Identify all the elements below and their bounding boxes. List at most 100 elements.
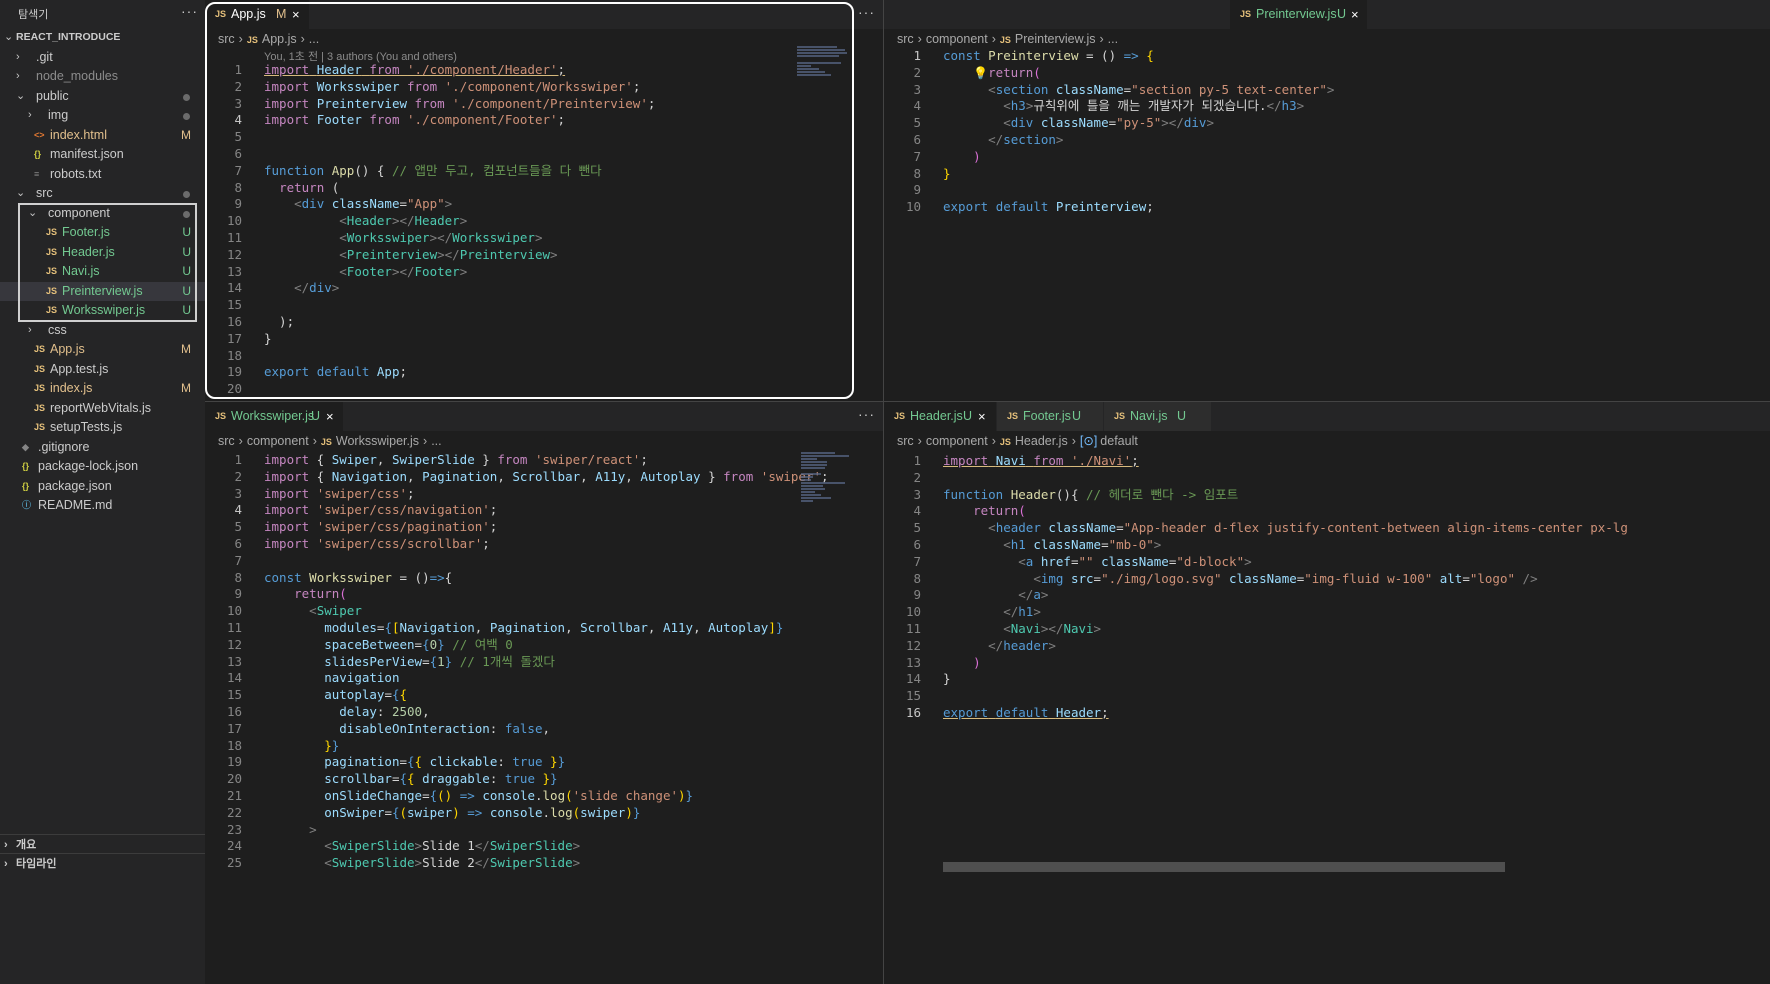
tree-root-folder[interactable]: ⌄ REACT_INTRODUCE — [0, 28, 205, 48]
tree-item-manifest-json[interactable]: {} manifest.json — [0, 145, 205, 165]
tree-item-css[interactable]: › css — [0, 321, 205, 341]
tree-item-label: reportWebVitals.js — [50, 400, 151, 415]
tree-item-preinterview-js[interactable]: JS Preinterview.js U — [0, 281, 205, 301]
breadcrumb: src › component › JS Preinterview.js ›... — [897, 32, 1119, 46]
chevron-right-icon: › — [4, 858, 8, 870]
timeline-section[interactable]: › 타임라인 — [0, 853, 205, 874]
tree-item-package-json[interactable]: {} package.json — [0, 477, 205, 497]
tab-navi-js[interactable]: JS Navi.js U — [1104, 402, 1211, 431]
chevron-down-icon: ⌄ — [16, 89, 26, 102]
tree-item-setuptests-js[interactable]: JS setupTests.js — [0, 418, 205, 438]
editor-header-js[interactable]: JS Header.js U × JS Footer.js U JS Navi.… — [884, 402, 1770, 984]
tab-worksswiper-js[interactable]: JS Worksswiper.js U × — [205, 402, 343, 431]
breadcrumb: src › component › JS Worksswiper.js ›... — [218, 434, 442, 448]
minimap[interactable] — [801, 452, 851, 512]
horizontal-split-sash[interactable] — [205, 401, 1770, 402]
tree-item-component[interactable]: ⌄ component — [0, 204, 205, 224]
editor-preinterview-js[interactable]: JS Preinterview.js U × src › component › JS P… — [884, 0, 1770, 401]
more-actions-icon[interactable]: ··· — [858, 406, 875, 422]
code-area[interactable]: 1 import { Swiper, SwiperSlide } from 'sw… — [205, 452, 883, 872]
timeline-label: 타임라인 — [16, 858, 57, 870]
js-file-icon: JS — [34, 422, 46, 432]
tab-app-js[interactable]: JS App.js M × — [205, 0, 309, 29]
tab-header-js[interactable]: JS Header.js U × — [884, 402, 996, 431]
git-status-badge: M — [181, 381, 191, 395]
editor-app-js[interactable]: JS App.js M × ··· src › JS App.js ›... You, … — [205, 0, 883, 401]
tab-bar: JS Worksswiper.js U × ··· — [205, 402, 883, 431]
js-file-icon: JS — [34, 344, 46, 354]
tree-item-label: App.js — [50, 342, 85, 356]
close-icon[interactable]: × — [292, 0, 300, 29]
tree-item-img[interactable]: › img — [0, 106, 205, 126]
tree-item-index-js[interactable]: JS index.js M — [0, 379, 205, 399]
close-icon[interactable]: × — [326, 402, 334, 431]
lightbulb-icon[interactable]: 💡 — [973, 66, 988, 80]
js-file-icon: JS — [46, 266, 58, 276]
tree-item-label: index.html — [50, 127, 107, 142]
explorer-header: 탐색기 ··· — [18, 3, 198, 22]
code-area[interactable]: 1 import Navi from './Navi'; 2 3 function … — [884, 453, 1770, 722]
json-file-icon: {} — [34, 149, 42, 159]
tree-item-reportwebvitals-js[interactable]: JS reportWebVitals.js — [0, 399, 205, 419]
js-file-icon: JS — [999, 437, 1011, 447]
more-actions-icon[interactable]: ··· — [181, 3, 198, 19]
git-status-dot — [183, 210, 190, 218]
js-file-icon: JS — [894, 411, 906, 421]
tree-item-public[interactable]: ⌄ public — [0, 87, 205, 107]
tree-item-app-test-js[interactable]: JS App.test.js — [0, 360, 205, 380]
tree-item-label: component — [48, 205, 110, 220]
git-status-badge: M — [181, 342, 191, 356]
symbol-icon: [⊙] — [1079, 434, 1098, 448]
close-icon[interactable]: × — [978, 402, 986, 431]
git-status-badge: U — [182, 283, 191, 298]
js-file-icon: JS — [1114, 411, 1126, 421]
tree-item-label: manifest.json — [50, 147, 124, 161]
tree-item-app-js[interactable]: JS App.js M — [0, 340, 205, 360]
tree-item-node-modules[interactable]: › node_modules — [0, 67, 205, 87]
tree-item-navi-js[interactable]: JS Navi.js U — [0, 262, 205, 282]
tab-preinterview-js[interactable]: JS Preinterview.js U × — [1230, 0, 1367, 29]
vertical-split-sash[interactable] — [883, 0, 884, 984]
breadcrumb: src › component › JS Header.js › [⊙] default — [897, 434, 1138, 448]
outline-section[interactable]: › 개요 — [0, 834, 205, 855]
editor-worksswiper-js[interactable]: JS Worksswiper.js U × ··· src › component ›… — [205, 402, 883, 984]
tree-item-footer-js[interactable]: JS Footer.js U — [0, 223, 205, 243]
js-file-icon: JS — [999, 35, 1011, 45]
explorer-sidebar: 탐색기 ··· ⌄ REACT_INTRODUCE › .git › node_mod… — [0, 0, 205, 984]
tree-item-label: Preinterview.js — [62, 283, 143, 298]
chevron-down-icon: ⌄ — [4, 31, 14, 43]
tree-item-label: public — [36, 88, 69, 103]
tree-item-label: package.json — [38, 478, 112, 493]
tree-item-readme-md[interactable]: ⓘ README.md — [0, 496, 205, 516]
more-actions-icon[interactable]: ··· — [858, 4, 875, 20]
tree-item-package-lock-json[interactable]: {} package-lock.json — [0, 457, 205, 477]
tab-footer-js[interactable]: JS Footer.js U — [997, 402, 1103, 431]
git-status-badge: U — [182, 303, 191, 317]
close-icon[interactable]: × — [1351, 0, 1359, 29]
minimap[interactable] — [797, 46, 852, 86]
chevron-down-icon: ⌄ — [16, 187, 26, 199]
git-status-badge: U — [182, 244, 191, 259]
code-area[interactable]: 1 const Preinterview = () => { 2 💡return(… — [884, 48, 1770, 216]
tree-item-label: .git — [36, 49, 53, 64]
tree-item-src[interactable]: ⌄ src — [0, 184, 205, 204]
tree-item-worksswiper-js[interactable]: JS Worksswiper.js U — [0, 301, 205, 321]
tree-item-label: img — [48, 108, 69, 122]
js-file-icon: JS — [46, 227, 58, 237]
tree-item-label: .gitignore — [38, 439, 90, 454]
js-file-icon: JS — [1240, 9, 1252, 19]
tree-item-label: css — [48, 322, 67, 337]
breadcrumb: src › JS App.js ›... — [218, 32, 320, 46]
tree-item-gitignore[interactable]: ◆ .gitignore — [0, 438, 205, 458]
tree-item-label: Worksswiper.js — [62, 303, 146, 317]
tree-item-robots-txt[interactable]: ≡ robots.txt — [0, 165, 205, 185]
horizontal-scrollbar[interactable] — [943, 862, 1505, 872]
js-file-icon: JS — [46, 246, 58, 257]
tree-item-header-js[interactable]: JS Header.js U — [0, 243, 205, 263]
tree-item-index-html[interactable]: <> index.html M — [0, 126, 205, 146]
tab-bar: JS Header.js U × JS Footer.js U JS Navi.… — [884, 402, 1770, 431]
tree-item-git[interactable]: › .git — [0, 48, 205, 68]
chevron-right-icon: › — [16, 50, 20, 63]
code-area[interactable]: 1 import Header from './component/Header'… — [205, 62, 883, 398]
tab-bar: JS Preinterview.js U × — [884, 0, 1770, 29]
